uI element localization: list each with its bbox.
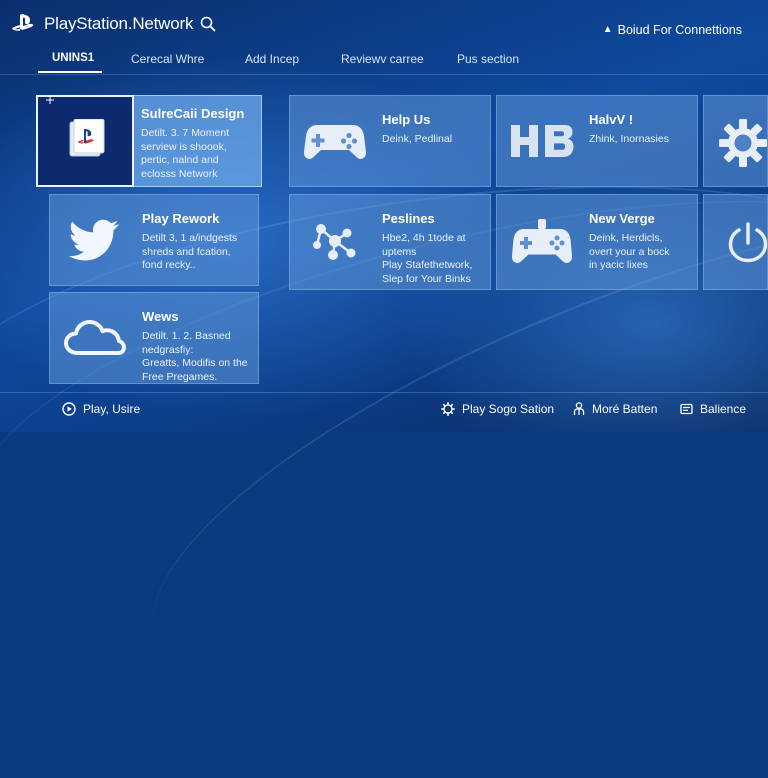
tile-play-rework[interactable]: Play Rework Detilt 3, 1 a/indgests shred… [49,194,259,286]
tile-title: Peslines [382,211,435,226]
tile-description-line: Detilt. 1. 2. Basned [142,330,231,342]
footer-play-button[interactable]: Play, Usire [62,402,140,416]
brand-name: PlayStation.Network [44,14,194,33]
tile-artwork [290,96,380,186]
tile-artwork [290,195,380,289]
cloud-icon [64,320,126,355]
tile-title: HalvV ! [589,112,634,127]
play-circle-icon [62,402,76,416]
tile-settings[interactable] [703,95,768,187]
connections-label: Boiud For Connettions [617,23,742,37]
tile-description: Detilt. 3. 7 Moment serview is shoook, p… [141,127,255,181]
controller-icon [511,219,573,263]
active-tab-indicator [38,71,102,73]
tile-help-us[interactable]: Help Us Deink, Pedlinal [289,95,491,187]
tile-artwork-frame [36,95,134,187]
playstation-logo-icon [12,14,34,31]
tile-description: Detilt. 1. 2. Basned nedgrasfiy: Greatts… [142,330,252,384]
top-bar: PlayStation.Network ▲ Boiud For Connetti… [0,0,768,46]
tile-description-line: shreds and fcation, [142,245,231,258]
tab-reviewv-carree[interactable]: Reviewv carree [341,52,424,66]
tile-description-line: fond recky.. [142,259,196,271]
tile-artwork [50,293,140,383]
tab-unins1[interactable]: UNINS1 [52,52,94,64]
tile-description-line: in yacic lixes [589,259,648,271]
tile-description: Hbe2, 4h 1tode at uptems Play Stafethetw… [382,232,484,286]
gamepad-icon [303,125,367,159]
footer-more-label: Moré Batten [592,402,658,416]
gear-icon [719,119,767,167]
footer-play-label: Play, Usire [83,402,141,416]
playstation-card-icon [69,119,105,157]
footer-more-button[interactable]: Moré Batten [573,402,657,416]
tabs-divider [0,74,768,75]
tile-description-line: serview is shoook, [141,140,227,153]
tile-description-line: eclosss Network [141,167,218,180]
tab-cerecal-whre[interactable]: Cerecal Whre [131,52,204,66]
person-icon [573,402,585,415]
tile-description-line: Detilt 3, 1 a/indgests [142,232,238,244]
tile-description-line: nedgrasfiy: [142,343,194,356]
plus-marker-icon [46,96,54,104]
gear-icon [441,402,455,416]
tile-new-verge[interactable]: New Verge Deink, Herdicls, overt your a … [496,194,698,290]
tile-halvv[interactable]: HalvV ! Zhink, Inornasies [496,95,698,187]
tile-peslines[interactable]: Peslines Hbe2, 4h 1tode at uptems Play S… [289,194,491,290]
arrow-up-icon: ▲ [602,24,613,35]
tile-description-line: Zhink, Inornasies [589,133,669,145]
tile-description-line: overt your a bock [589,245,670,258]
tile-title: SulreCaii Design [141,106,245,121]
tile-description-line: Free Pregames. [142,370,218,383]
hb-logo-icon [511,125,574,157]
tile-description-line: Deink, Pedlinal [382,133,453,145]
tile-description: Detilt 3, 1 a/indgests shreds and fcatio… [142,232,252,273]
bird-icon [69,219,119,261]
connections-link[interactable]: ▲ Boiud For Connettions [603,23,742,37]
tile-description-line: Hbe2, 4h 1tode at [382,232,466,244]
tile-description: Deink, Herdicls, overt your a bock in ya… [589,232,691,273]
tile-description-line: Detilt. 3. 7 Moment [141,127,230,139]
tab-pus-section[interactable]: Pus section [457,52,519,66]
power-icon [728,222,768,263]
tile-wews[interactable]: Wews Detilt. 1. 2. Basned nedgrasfiy: Gr… [49,292,259,384]
footer-balance-button[interactable]: Balience [680,402,746,416]
tile-power[interactable] [703,194,768,290]
tile-artwork [497,195,587,289]
tile-title: Wews [142,309,179,324]
footer-divider [0,392,768,393]
footer-station-label: Play Sogo Sation [462,402,555,416]
tile-title: New Verge [589,211,655,226]
tile-description: Deink, Pedlinal [382,133,484,147]
wallet-icon [680,403,693,415]
search-icon[interactable] [200,16,216,32]
footer-balance-label: Balience [700,402,747,416]
tile-artwork [497,96,587,186]
tile-description-line: uptems [382,245,417,258]
tile-artwork [50,195,140,285]
molecule-icon [313,224,356,260]
tab-add-incep[interactable]: Add Incep [245,52,299,66]
tile-description-line: Play Stafethetwork, [382,259,473,271]
tile-description-line: Greatts, Modifis on the [142,357,248,369]
tile-description: Zhink, Inornasies [589,133,691,147]
footer-station-button[interactable]: Play Sogo Sation [441,402,554,416]
tile-description-line: pertic, nalnd and [141,154,219,166]
tile-title: Help Us [382,112,431,127]
tile-description-line: Slep for Your Binks [382,272,471,285]
tile-title: Play Rework [142,211,220,226]
tile-description-line: Deink, Herdicls, [589,232,663,244]
